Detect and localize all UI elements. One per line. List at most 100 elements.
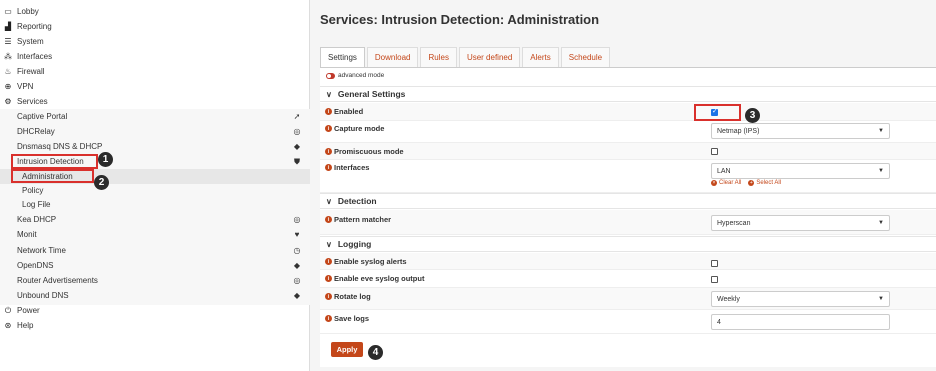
field-label: i Promiscuous mode <box>325 147 404 156</box>
nav-reporting[interactable]: ▟ Reporting <box>0 19 310 34</box>
laptop-icon: ▭ <box>4 7 12 16</box>
info-icon[interactable]: i <box>325 293 332 300</box>
interfaces-select[interactable]: LAN ▼ <box>711 163 890 179</box>
sidebar-item-dhcrelay[interactable]: DHCRelay ◎ <box>0 124 310 139</box>
section-logging[interactable]: ∨ Logging <box>320 236 936 252</box>
caret-down-icon: ▼ <box>878 220 884 226</box>
sitemap-icon: ⁂ <box>4 52 12 61</box>
rotate-log-select[interactable]: Weekly ▼ <box>711 291 890 307</box>
nav-label: Firewall <box>17 67 45 76</box>
tab-user-defined[interactable]: User defined <box>458 47 521 67</box>
capture-mode-select[interactable]: Netmap (IPS) ▼ <box>711 123 890 139</box>
nav-label: Reporting <box>17 22 52 31</box>
server-icon: ☰ <box>4 37 12 46</box>
tab-rules[interactable]: Rules <box>420 47 457 67</box>
sidebar-item-unbound-dns[interactable]: Unbound DNS ◆ <box>0 288 310 303</box>
nav-interfaces[interactable]: ⁂ Interfaces <box>0 49 310 64</box>
sidebar-item-monit[interactable]: Monit ♥ <box>0 227 310 242</box>
sidebar-item-label: Log File <box>22 200 51 209</box>
select-value: Weekly <box>717 295 740 303</box>
sidebar-item-label: Unbound DNS <box>17 291 69 300</box>
annotation-box-administration <box>11 169 94 183</box>
save-logs-input[interactable]: 4 <box>711 314 890 330</box>
advanced-mode-label: advanced mode <box>338 72 385 79</box>
caret-down-icon: ▼ <box>878 296 884 302</box>
plug-icon: ⏻ <box>4 305 12 315</box>
nav-services[interactable]: ⚙ Services <box>0 94 310 109</box>
lifebuoy-icon: ⊛ <box>4 321 12 330</box>
sidebar-item-captive-portal[interactable]: Captive Portal ➚ <box>0 109 310 124</box>
nav-lobby[interactable]: ▭ Lobby <box>0 4 310 19</box>
select-value: Hyperscan <box>717 219 751 227</box>
sidebar-item-label: Captive Portal <box>17 112 68 121</box>
section-general-settings[interactable]: ∨ General Settings <box>320 86 936 102</box>
annotation-badge-4: 4 <box>368 345 383 360</box>
select-all-link[interactable]: + Select All <box>748 180 781 186</box>
info-icon[interactable]: i <box>325 125 332 132</box>
sidebar-item-network-time[interactable]: Network Time ◷ <box>0 243 310 258</box>
interfaces-actions: × Clear All + Select All <box>711 180 788 186</box>
label-text: Capture mode <box>334 124 385 133</box>
label-text: Enable syslog alerts <box>334 257 407 266</box>
sidebar-item-dnsmasq[interactable]: Dnsmasq DNS & DHCP ◆ <box>0 139 310 154</box>
field-label: i Rotate log <box>325 292 371 301</box>
nav-power[interactable]: ⏻ Power <box>0 303 310 318</box>
pattern-matcher-select[interactable]: Hyperscan ▼ <box>711 215 890 231</box>
label-text: Save logs <box>334 314 370 323</box>
advanced-mode-toggle[interactable]: advanced mode <box>326 72 384 79</box>
sidebar-item-label: OpenDNS <box>17 261 54 270</box>
sidebar-item-label: Dnsmasq DNS & DHCP <box>17 142 103 151</box>
sidebar-item-opendns[interactable]: OpenDNS ◆ <box>0 258 310 273</box>
sidebar-item-policy[interactable]: Policy <box>0 183 310 198</box>
section-title: Logging <box>337 239 372 249</box>
sidebar-item-router-advertisements[interactable]: Router Advertisements ◎ <box>0 273 310 288</box>
info-icon[interactable]: i <box>325 258 332 265</box>
fire-icon: ♨ <box>4 67 12 76</box>
chevron-down-icon: ∨ <box>326 196 332 206</box>
label-text: Rotate log <box>334 292 371 301</box>
sidebar-item-label: Router Advertisements <box>17 276 98 285</box>
info-icon[interactable]: i <box>325 315 332 322</box>
row-promiscuous: i Promiscuous mode <box>320 143 936 160</box>
field-label: i Save logs <box>325 314 369 323</box>
sidebar-item-label: Network Time <box>17 246 66 255</box>
nav-help[interactable]: ⊛ Help <box>0 318 310 333</box>
sidebar-item-label: Policy <box>22 186 44 195</box>
section-detection[interactable]: ∨ Detection <box>320 193 936 209</box>
toggle-icon <box>326 72 335 79</box>
info-icon[interactable]: i <box>325 108 332 115</box>
info-icon[interactable]: i <box>325 148 332 155</box>
info-icon[interactable]: i <box>325 216 332 223</box>
tab-alerts[interactable]: Alerts <box>522 47 559 67</box>
sidebar-item-log-file[interactable]: Log File <box>0 197 310 212</box>
target-icon: ◎ <box>293 127 301 136</box>
info-icon[interactable]: i <box>325 275 332 282</box>
syslog-alerts-checkbox[interactable] <box>711 260 718 267</box>
nav-system[interactable]: ☰ System <box>0 34 310 49</box>
sidebar: ▭ Lobby ▟ Reporting ☰ System ⁂ Interface… <box>0 0 310 371</box>
tab-schedule[interactable]: Schedule <box>560 47 611 67</box>
eve-syslog-checkbox[interactable] <box>711 276 718 283</box>
close-icon: × <box>711 180 717 186</box>
clear-all-link[interactable]: × Clear All <box>711 180 741 186</box>
tab-settings[interactable]: Settings <box>320 47 365 67</box>
promiscuous-checkbox[interactable] <box>711 148 718 155</box>
nav-label: Power <box>17 306 40 315</box>
nav-label: Lobby <box>17 7 39 16</box>
tab-bar: Settings Download Rules User defined Ale… <box>320 47 612 67</box>
nav-label: Help <box>17 321 34 330</box>
info-icon[interactable]: i <box>325 164 332 171</box>
sidebar-item-kea-dhcp[interactable]: Kea DHCP ◎ <box>0 212 310 227</box>
label-text: Promiscuous mode <box>334 147 404 156</box>
caret-down-icon: ▼ <box>878 128 884 134</box>
nav-firewall[interactable]: ♨ Firewall <box>0 64 310 79</box>
select-value: Netmap (IPS) <box>717 127 760 135</box>
apply-button[interactable]: Apply <box>331 342 363 357</box>
field-label: i Enable syslog alerts <box>325 257 407 266</box>
shield-icon: ⛊ <box>294 156 300 166</box>
row-enabled: i Enabled <box>320 103 936 121</box>
tab-download[interactable]: Download <box>366 47 419 67</box>
clock-icon: ◷ <box>293 246 301 255</box>
row-syslog-alerts: i Enable syslog alerts <box>320 253 936 270</box>
nav-vpn[interactable]: ⊕ VPN <box>0 79 310 94</box>
